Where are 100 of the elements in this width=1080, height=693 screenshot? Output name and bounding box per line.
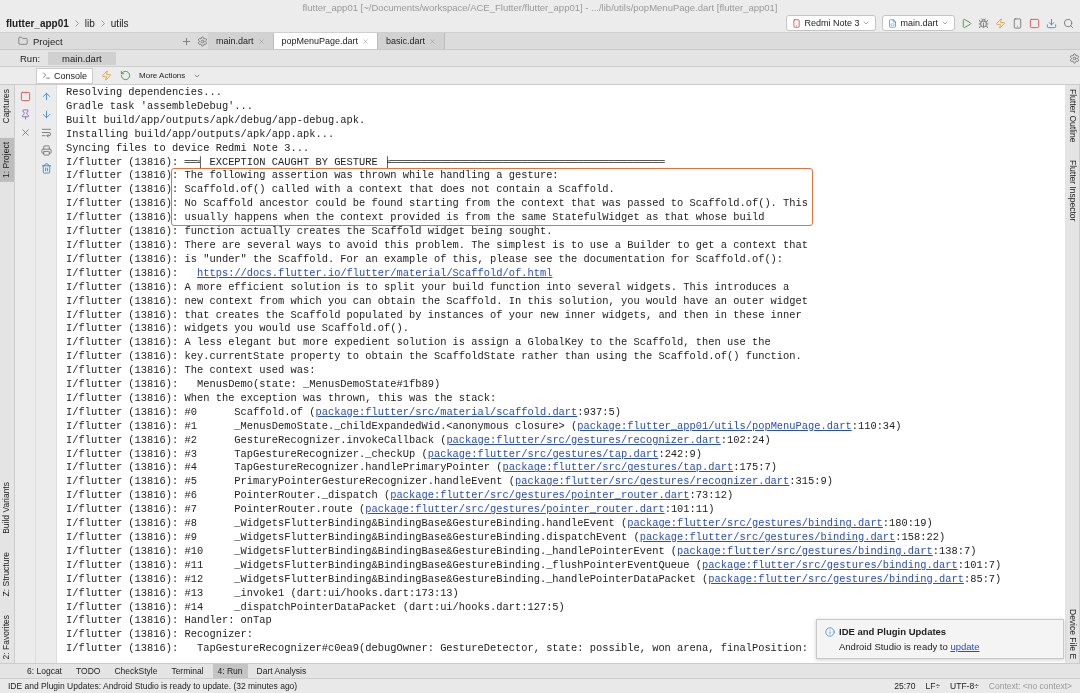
tool-tab[interactable]: Terminal [166,664,209,678]
log-message: : #1 _MenusDemoState._childExpandedWid.<anonymous closure> (package:flutter_app01/utils/popMenuPage.dart:110:34) [172,419,902,434]
log-message: : key.currentState property to obtain the ScaffoldState rather than using the Scaffold.of() function. [172,350,802,365]
source-link[interactable]: package:flutter/src/gestures/binding.dart [708,572,964,585]
editor-tab[interactable]: popMenuPage.dart [273,33,379,49]
log-message: : A more efficient solution is to split your build function into several widgets. This introduces a [172,280,790,295]
source-link[interactable]: package:flutter/src/material/scaffold.dart [315,405,578,418]
run-icon[interactable] [961,17,972,29]
log-message: : #14 _dispatchPointerDataPacket (dart:ui/hooks.dart:127:5) [172,600,565,615]
tool-tab[interactable]: CheckStyle [109,664,163,678]
source-link[interactable]: package:flutter/src/gestures/recognizer.dart [514,475,790,488]
tool-tab[interactable]: 4: Run [212,664,248,678]
source-link[interactable]: package:flutter/src/gestures/tap.dart [427,447,659,460]
pin-icon[interactable] [19,109,31,120]
source-link[interactable]: package:flutter/src/gestures/binding.dart [627,517,883,530]
encoding[interactable]: UTF-8÷ [950,681,979,691]
log-tag: I/flutter (13816) [66,197,172,212]
close-icon[interactable] [19,127,31,138]
log-message: : #11 _WidgetsFlutterBinding&BindingBase&GestureBinding._flushPointerEventQueue (package:flutter/src/gestures/binding.dart:101:7) [172,558,1002,573]
file-icon[interactable] [888,18,898,28]
log-message: : MenusDemo(state: _MenusDemoState#1fb89) [172,378,441,392]
device-selector[interactable]: Redmi Note 3 [786,15,877,31]
log-message: : The following assertion was thrown while handling a gesture: [172,169,560,184]
log-tag: I/flutter (13816) [66,378,172,392]
tool-window-tab[interactable]: Flutter Inspector [1065,156,1079,226]
tool-window-tab[interactable]: Device File E [1065,604,1079,663]
source-link[interactable]: package:flutter/src/gestures/binding.dart [639,531,896,543]
tool-window-tab[interactable]: Captures [0,85,14,128]
phone-icon[interactable] [1012,17,1023,29]
tool-window-tab[interactable]: 2: Favorites [0,610,14,663]
source-link[interactable]: package:flutter/src/gestures/recognizer.dart [446,433,721,446]
phone-icon[interactable] [792,18,802,28]
log-message: : No Scaffold ancestor could be found starting from the context that was passed to Scaffold.of(). This [172,197,809,212]
source-link[interactable]: package:flutter/src/gestures/tap.dart [502,461,734,474]
cursor-position[interactable]: 25:70 [894,681,916,691]
log-message: : #4 TapGestureRecognizer.handlePrimaryPointer (package:flutter/src/gestures/tap.dart:175:7) [172,461,777,476]
more-actions-button[interactable]: More Actions [139,71,186,80]
settings-icon[interactable] [197,35,208,47]
log-message: : #0 Scaffold.of (package:flutter/src/material/scaffold.dart:937:5) [172,405,621,420]
log-message: : There are several ways to avoid this problem. The simplest is to use a Builder to get a context that [172,238,809,253]
stop-icon[interactable] [1029,17,1040,29]
tool-window-tab[interactable]: Build Variants [0,478,14,539]
run-config-selector[interactable]: main.dart [882,15,955,31]
tool-window-tab[interactable]: 1: Project [0,137,14,182]
source-link[interactable]: package:flutter/src/gestures/pointer_router.dart [390,489,690,502]
source-link[interactable]: package:flutter/src/gestures/binding.dart [702,558,958,571]
close-icon[interactable] [257,37,265,45]
wrap-icon[interactable] [40,127,52,138]
source-link[interactable]: package:flutter_app01/utils/popMenuPage.dart [577,419,852,432]
log-tag: I/flutter (13816) [66,628,172,643]
close-icon[interactable] [429,37,437,45]
breadcrumb-item[interactable]: flutter_app01 [6,17,69,29]
trash-icon[interactable] [40,163,52,174]
log-message: : TapGestureRecognizer#c0ea9(debugOwner: GestureDetector, state: possible, won arena, finalPosition: [172,642,809,657]
log-tag: I/flutter (13816) [66,558,172,573]
log-tag: I/flutter (13816) [66,364,172,379]
log-tag: I/flutter (13816) [66,419,172,434]
print-icon[interactable] [40,145,52,156]
project-dropdown[interactable]: Project [33,35,63,47]
source-link[interactable]: package:flutter/src/gestures/binding.dart [677,544,933,557]
arrow-down-icon[interactable] [40,109,52,120]
log-message: : #13 _invoke1 (dart:ui/hooks.dart:173:13) [172,586,459,601]
caret-icon[interactable] [862,19,871,27]
folder-icon[interactable] [18,36,28,46]
lightning-icon[interactable] [101,70,113,81]
log-tag: I/flutter (13816) [66,211,172,226]
lightning-icon[interactable] [995,17,1006,29]
log-message: : #3 TapGestureRecognizer._checkUp (package:flutter/src/gestures/tap.dart:242:9) [172,447,703,462]
restart-icon[interactable] [120,70,132,81]
run-tab[interactable]: main.dart [48,51,116,65]
console-tab[interactable]: Console [36,67,94,84]
editor-tab[interactable]: main.dart [208,33,274,49]
add-icon[interactable] [181,35,192,47]
tool-tab[interactable]: Dart Analysis [251,664,312,678]
line-separator[interactable]: LF÷ [925,681,941,691]
editor-tab[interactable]: basic.dart [378,33,446,49]
console-icon[interactable] [42,71,51,80]
tool-window-tab[interactable]: Flutter Outline [1065,85,1079,147]
breadcrumb-item[interactable]: lib [84,17,95,29]
log-message: : #10 _WidgetsFlutterBinding&BindingBase&GestureBinding._handlePointerEvent (package:flutter/src/gestures/binding.dart:138:7) [172,544,977,559]
settings-icon[interactable] [1069,52,1080,64]
caret-icon[interactable] [941,19,949,27]
log-message: : widgets you would use Scaffold.of(). [172,322,409,337]
tool-tab[interactable]: TODO [71,664,106,678]
stop-icon[interactable] [19,91,31,102]
log-message: : #7 PointerRouter.route (package:flutter/src/gestures/pointer_router.dart:101:11) [172,503,715,518]
log-tag: I/flutter (13816) [66,280,172,295]
source-link[interactable]: https://docs.flutter.io/flutter/material/Scaffold/of.html [196,266,553,279]
source-link[interactable]: package:flutter/src/gestures/pointer_router.dart [365,503,665,516]
debug-icon[interactable] [978,17,989,29]
close-icon[interactable] [362,37,370,45]
arrow-up-icon[interactable] [40,91,52,102]
chevron-icon [74,19,79,27]
log-tag: I/flutter (13816) [66,600,172,615]
breadcrumb-item[interactable]: utils [110,17,129,29]
search-icon[interactable] [1063,17,1074,29]
tool-window-tab[interactable]: Z: Structure [0,548,14,601]
update-link[interactable]: update [950,641,980,652]
tool-tab[interactable]: 6: Logcat [22,664,67,678]
download-icon[interactable] [1046,17,1057,29]
